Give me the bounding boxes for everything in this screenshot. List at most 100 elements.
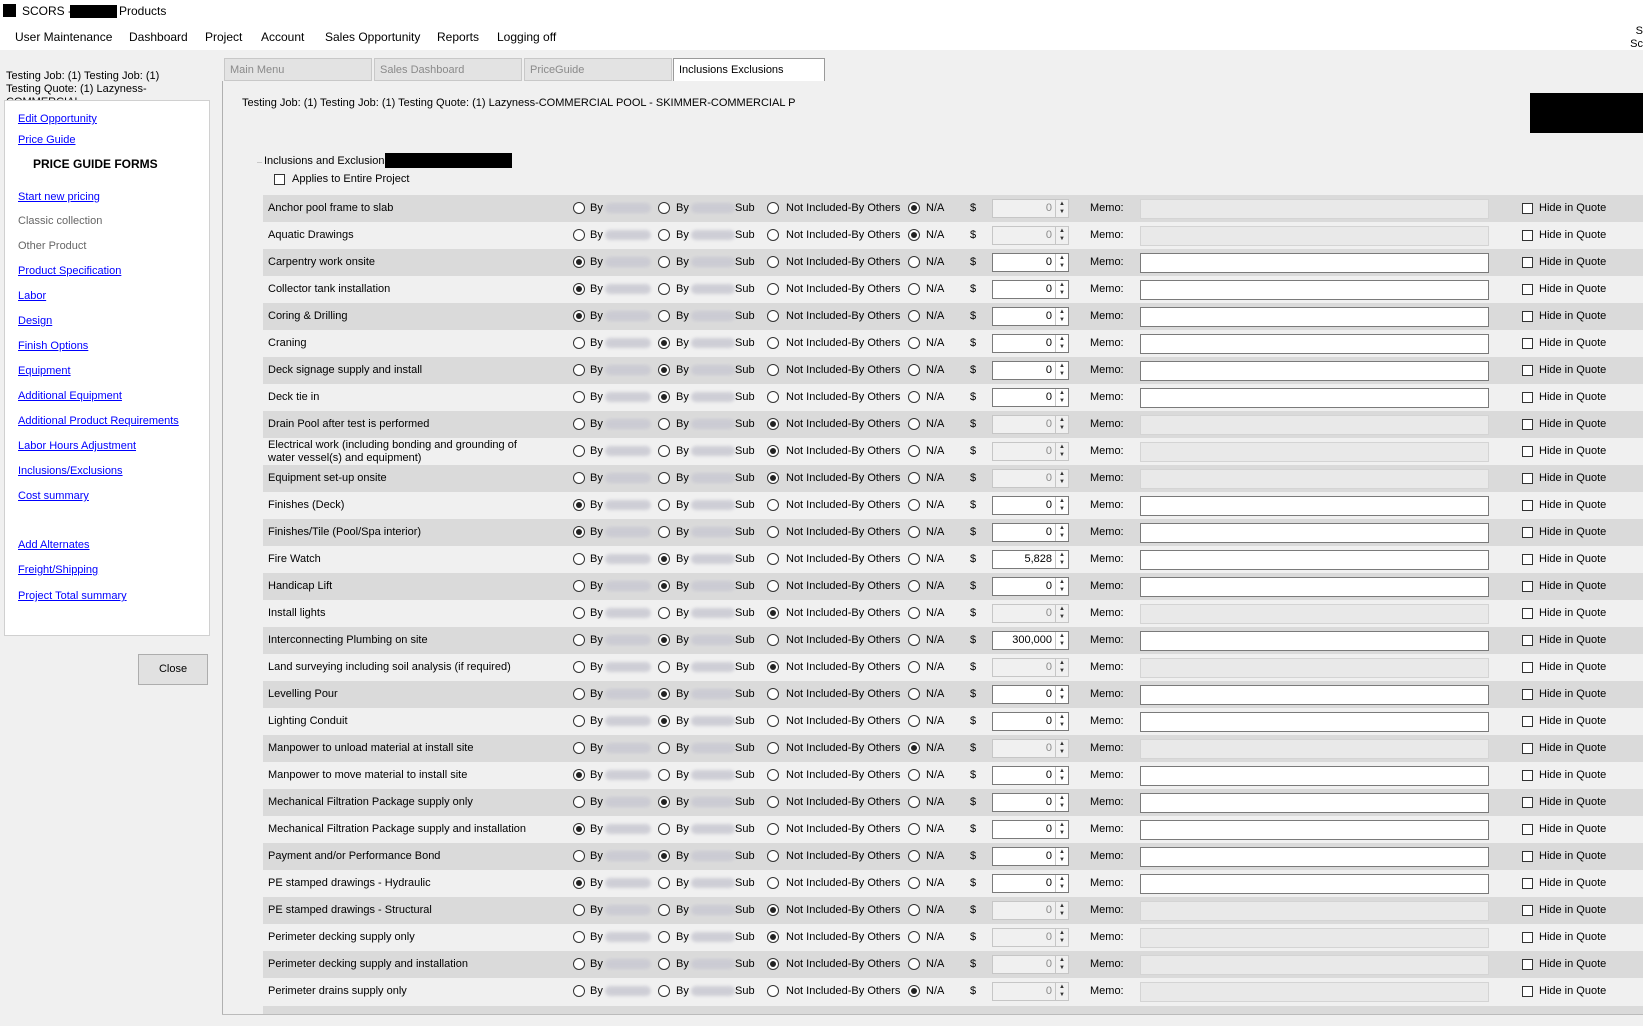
labor-link[interactable]: Labor xyxy=(18,290,46,302)
spin-buttons[interactable]: ▲ ▼ xyxy=(1055,497,1068,514)
na-radio[interactable] xyxy=(908,310,920,322)
by-company-radio[interactable] xyxy=(573,931,585,943)
by-company-sub-radio[interactable] xyxy=(658,796,670,808)
by-company-sub-radio[interactable] xyxy=(658,769,670,781)
amount-stepper[interactable]: 0 ▲ ▼ xyxy=(992,523,1069,542)
by-company-radio[interactable] xyxy=(573,364,585,376)
tab-priceguide[interactable]: PriceGuide xyxy=(524,58,672,81)
hide-in-quote-checkbox[interactable] xyxy=(1522,931,1533,943)
close-button[interactable]: Close xyxy=(138,654,208,685)
hide-in-quote[interactable]: Hide in Quote xyxy=(1522,229,1606,241)
hide-in-quote-checkbox[interactable] xyxy=(1522,256,1533,268)
not-included-radio[interactable] xyxy=(767,661,779,673)
hide-in-quote-checkbox[interactable] xyxy=(1522,472,1533,484)
by-company-radio[interactable] xyxy=(573,580,585,592)
by-company-radio[interactable] xyxy=(573,229,585,241)
hide-in-quote[interactable]: Hide in Quote xyxy=(1522,391,1606,403)
not-included-radio[interactable] xyxy=(767,634,779,646)
not-included-radio[interactable] xyxy=(767,985,779,997)
by-company-sub-radio[interactable] xyxy=(658,742,670,754)
memo-input[interactable] xyxy=(1140,685,1489,705)
hide-in-quote-checkbox[interactable] xyxy=(1522,904,1533,916)
spin-buttons[interactable]: ▲ ▼ xyxy=(1055,551,1068,568)
by-company-radio[interactable] xyxy=(573,553,585,565)
hide-in-quote-checkbox[interactable] xyxy=(1522,229,1533,241)
by-company-sub-radio[interactable] xyxy=(658,499,670,511)
by-company-radio[interactable] xyxy=(573,472,585,484)
by-company-radio[interactable] xyxy=(573,202,585,214)
amount-stepper[interactable]: 0 ▲ ▼ xyxy=(992,334,1069,353)
hide-in-quote-checkbox[interactable] xyxy=(1522,850,1533,862)
na-radio[interactable] xyxy=(908,337,920,349)
by-company-sub-radio[interactable] xyxy=(658,661,670,673)
by-company-radio[interactable] xyxy=(573,418,585,430)
na-radio[interactable] xyxy=(908,742,920,754)
spin-buttons[interactable]: ▲ ▼ xyxy=(1055,632,1068,649)
amount-stepper[interactable]: 0 ▲ ▼ xyxy=(992,388,1069,407)
by-company-sub-radio[interactable] xyxy=(658,337,670,349)
na-radio[interactable] xyxy=(908,877,920,889)
inclusions-exclusions-link[interactable]: Inclusions/Exclusions xyxy=(18,465,123,477)
hide-in-quote-checkbox[interactable] xyxy=(1522,202,1533,214)
tab-main-menu[interactable]: Main Menu xyxy=(224,58,372,81)
hide-in-quote[interactable]: Hide in Quote xyxy=(1522,931,1606,943)
spin-buttons[interactable]: ▲ ▼ xyxy=(1055,848,1068,865)
hide-in-quote[interactable]: Hide in Quote xyxy=(1522,796,1606,808)
hide-in-quote[interactable]: Hide in Quote xyxy=(1522,769,1606,781)
by-company-sub-radio[interactable] xyxy=(658,283,670,295)
tab-sales-dashboard[interactable]: Sales Dashboard xyxy=(374,58,522,81)
menu-logging-off[interactable]: Logging off xyxy=(497,30,556,44)
hide-in-quote[interactable]: Hide in Quote xyxy=(1522,823,1606,835)
by-company-radio[interactable] xyxy=(573,256,585,268)
hide-in-quote-checkbox[interactable] xyxy=(1522,391,1533,403)
by-company-radio[interactable] xyxy=(573,391,585,403)
menu-user-maintenance[interactable]: User Maintenance xyxy=(15,30,112,44)
hide-in-quote[interactable]: Hide in Quote xyxy=(1522,553,1606,565)
not-included-radio[interactable] xyxy=(767,823,779,835)
memo-input[interactable] xyxy=(1140,307,1489,327)
by-company-radio[interactable] xyxy=(573,796,585,808)
not-included-radio[interactable] xyxy=(767,445,779,457)
additional-equipment-link[interactable]: Additional Equipment xyxy=(18,390,122,402)
freight-shipping-link[interactable]: Freight/Shipping xyxy=(18,564,98,576)
na-radio[interactable] xyxy=(908,796,920,808)
na-radio[interactable] xyxy=(908,472,920,484)
additional-product-requirements-link[interactable]: Additional Product Requirements xyxy=(18,415,179,427)
by-company-radio[interactable] xyxy=(573,742,585,754)
by-company-radio[interactable] xyxy=(573,337,585,349)
by-company-radio[interactable] xyxy=(573,850,585,862)
amount-stepper[interactable]: 0 ▲ ▼ xyxy=(992,712,1069,731)
not-included-radio[interactable] xyxy=(767,715,779,727)
edit-opportunity-link[interactable]: Edit Opportunity xyxy=(18,113,97,125)
by-company-sub-radio[interactable] xyxy=(658,202,670,214)
hide-in-quote-checkbox[interactable] xyxy=(1522,337,1533,349)
hide-in-quote[interactable]: Hide in Quote xyxy=(1522,337,1606,349)
not-included-radio[interactable] xyxy=(767,418,779,430)
na-radio[interactable] xyxy=(908,688,920,700)
memo-input[interactable] xyxy=(1140,793,1489,813)
menu-sales-opportunity[interactable]: Sales Opportunity xyxy=(325,30,420,44)
hide-in-quote[interactable]: Hide in Quote xyxy=(1522,607,1606,619)
spin-buttons[interactable]: ▲ ▼ xyxy=(1055,578,1068,595)
by-company-sub-radio[interactable] xyxy=(658,850,670,862)
hide-in-quote[interactable]: Hide in Quote xyxy=(1522,661,1606,673)
hide-in-quote-checkbox[interactable] xyxy=(1522,499,1533,511)
hide-in-quote[interactable]: Hide in Quote xyxy=(1522,958,1606,970)
hide-in-quote-checkbox[interactable] xyxy=(1522,634,1533,646)
by-company-sub-radio[interactable] xyxy=(658,823,670,835)
hide-in-quote-checkbox[interactable] xyxy=(1522,310,1533,322)
na-radio[interactable] xyxy=(908,364,920,376)
not-included-radio[interactable] xyxy=(767,364,779,376)
amount-stepper[interactable]: 0 ▲ ▼ xyxy=(992,685,1069,704)
hide-in-quote[interactable]: Hide in Quote xyxy=(1522,472,1606,484)
memo-input[interactable] xyxy=(1140,712,1489,732)
hide-in-quote-checkbox[interactable] xyxy=(1522,526,1533,538)
na-radio[interactable] xyxy=(908,931,920,943)
amount-stepper[interactable]: 0 ▲ ▼ xyxy=(992,793,1069,812)
hide-in-quote-checkbox[interactable] xyxy=(1522,553,1533,565)
memo-input[interactable] xyxy=(1140,631,1489,651)
na-radio[interactable] xyxy=(908,256,920,268)
amount-stepper[interactable]: 0 ▲ ▼ xyxy=(992,766,1069,785)
amount-stepper[interactable]: 0 ▲ ▼ xyxy=(992,820,1069,839)
hide-in-quote[interactable]: Hide in Quote xyxy=(1522,850,1606,862)
